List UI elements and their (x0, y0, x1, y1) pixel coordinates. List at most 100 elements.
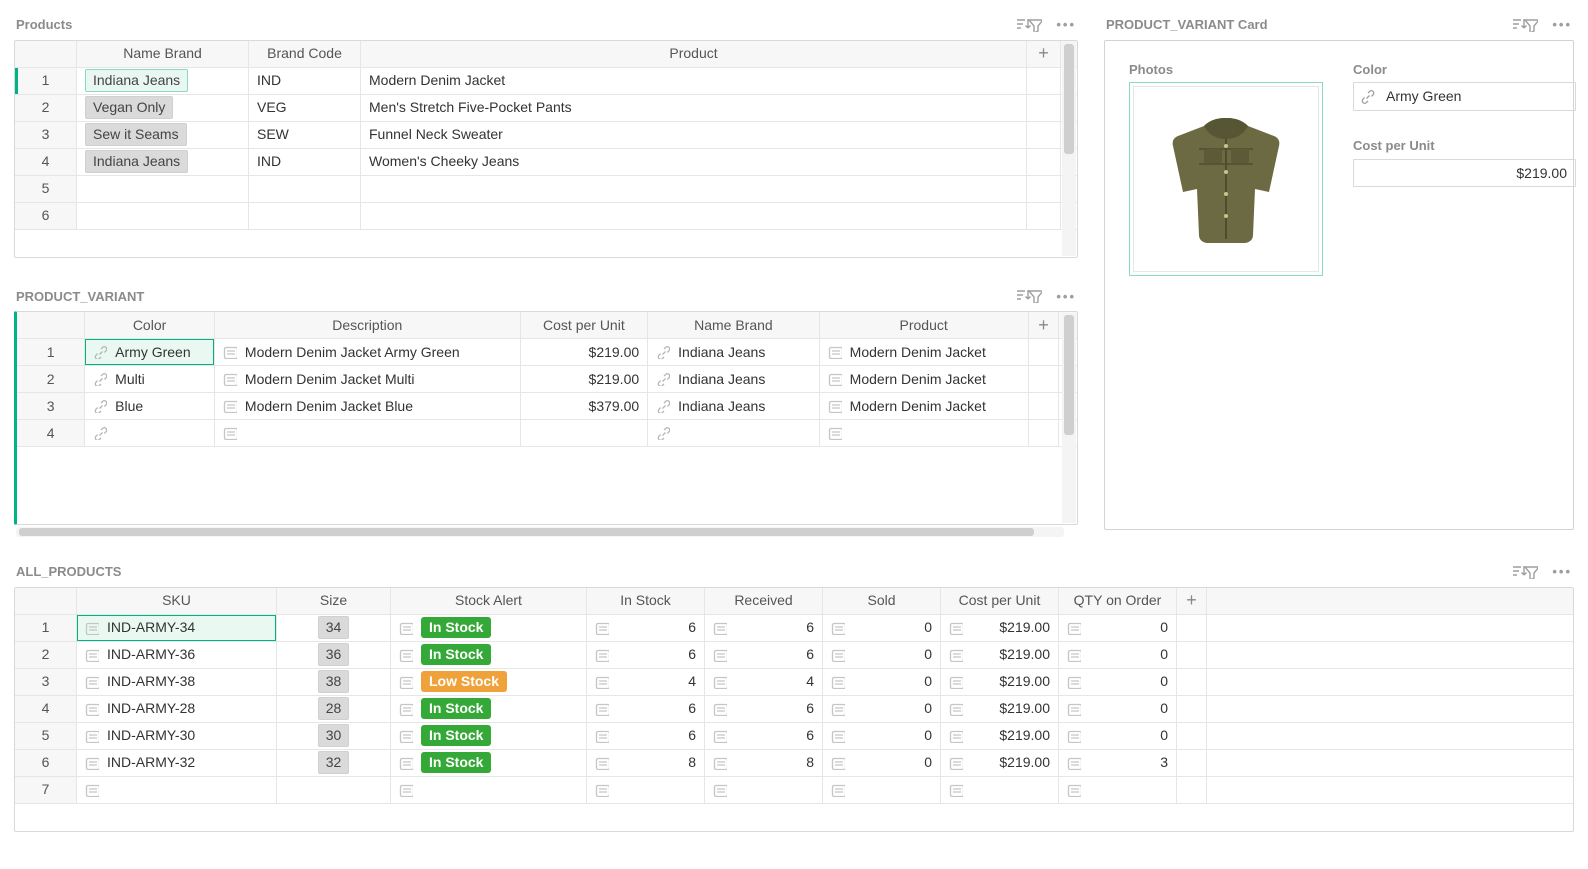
cell-blank[interactable] (1027, 95, 1061, 122)
cell-product[interactable]: Modern Denim Jacket (361, 68, 1027, 95)
cell-sku[interactable]: IND-ARMY-32 (77, 750, 277, 777)
table-row[interactable]: 3BlueModern Denim Jacket Blue$379.00Indi… (17, 393, 1077, 420)
cell-product[interactable] (361, 203, 1027, 230)
cell-size[interactable]: 28 (277, 696, 391, 723)
col-instock[interactable]: In Stock (587, 588, 705, 615)
cell-sold[interactable]: 0 (823, 750, 941, 777)
cell-size[interactable]: 36 (277, 642, 391, 669)
more-icon[interactable]: ••• (1056, 16, 1076, 34)
color-input[interactable] (1384, 86, 1569, 107)
cell-cost[interactable]: $219.00 (941, 696, 1059, 723)
col-size[interactable]: Size (277, 588, 391, 615)
cell-desc[interactable]: Modern Denim Jacket Blue (215, 393, 521, 420)
cell-sku[interactable]: IND-ARMY-38 (77, 669, 277, 696)
col-code[interactable]: Brand Code (249, 41, 361, 68)
add-column-button[interactable]: + (1029, 312, 1060, 339)
cell-sold[interactable]: 0 (823, 696, 941, 723)
cell-color[interactable] (85, 420, 215, 447)
cell-alert[interactable]: In Stock (391, 750, 587, 777)
cell-size[interactable]: 32 (277, 750, 391, 777)
cell-instock[interactable]: 6 (587, 615, 705, 642)
cell-desc[interactable]: Modern Denim Jacket Multi (215, 366, 521, 393)
cell-brand[interactable]: Vegan Only (77, 95, 249, 122)
cell-sold[interactable]: 0 (823, 615, 941, 642)
row-header-corner[interactable] (15, 41, 77, 68)
table-row[interactable]: 6 (15, 203, 1077, 230)
cell-cost[interactable]: $219.00 (941, 669, 1059, 696)
cell-cost[interactable]: $219.00 (521, 366, 649, 393)
cell-product[interactable] (820, 420, 1029, 447)
table-row[interactable]: 3IND-ARMY-3838Low Stock440$219.000 (15, 669, 1573, 696)
table-row[interactable]: 1IND-ARMY-3434In Stock660$219.000 (15, 615, 1573, 642)
add-column-button[interactable]: + (1177, 588, 1207, 615)
cell-brand[interactable]: Indiana Jeans (648, 393, 820, 420)
cell-recv[interactable]: 6 (705, 615, 823, 642)
vertical-scrollbar[interactable] (1062, 42, 1076, 256)
table-row[interactable]: 4Indiana JeansINDWomen's Cheeky Jeans (15, 149, 1077, 176)
table-row[interactable]: 5IND-ARMY-3030In Stock660$219.000 (15, 723, 1573, 750)
cell-brand[interactable] (648, 420, 820, 447)
cell-alert[interactable]: In Stock (391, 723, 587, 750)
cell-sku[interactable]: IND-ARMY-36 (77, 642, 277, 669)
cell-qty[interactable]: 0 (1059, 669, 1177, 696)
row-header-corner[interactable] (17, 312, 85, 339)
cell-brand[interactable]: Sew it Seams (77, 122, 249, 149)
cell-desc[interactable] (215, 420, 521, 447)
cell-recv[interactable]: 6 (705, 642, 823, 669)
cell-blank[interactable] (1027, 122, 1061, 149)
table-row[interactable]: 1Indiana JeansINDModern Denim Jacket (15, 68, 1077, 95)
cell-size[interactable] (277, 777, 391, 804)
cell-size[interactable]: 38 (277, 669, 391, 696)
cell-color[interactable]: Blue (85, 393, 215, 420)
cell-alert[interactable] (391, 777, 587, 804)
cell-product[interactable]: Modern Denim Jacket (820, 393, 1029, 420)
row-number[interactable]: 2 (17, 366, 85, 393)
cell-instock[interactable]: 4 (587, 669, 705, 696)
cell-cost[interactable]: $219.00 (521, 339, 649, 366)
cell-size[interactable]: 34 (277, 615, 391, 642)
cell-cost[interactable]: $219.00 (941, 615, 1059, 642)
cell-blank[interactable] (1177, 777, 1207, 804)
row-number[interactable]: 1 (17, 339, 85, 366)
row-number[interactable]: 3 (17, 393, 85, 420)
add-column-button[interactable]: + (1027, 41, 1061, 68)
col-product[interactable]: Product (361, 41, 1027, 68)
cell-qty[interactable]: 0 (1059, 696, 1177, 723)
sort-filter-icon[interactable] (1015, 17, 1042, 33)
cell-instock[interactable]: 8 (587, 750, 705, 777)
col-brand[interactable]: Name Brand (648, 312, 820, 339)
cell-qty[interactable]: 0 (1059, 642, 1177, 669)
cell-sold[interactable]: 0 (823, 723, 941, 750)
col-sku[interactable]: SKU (77, 588, 277, 615)
more-icon[interactable]: ••• (1552, 16, 1572, 34)
row-header-corner[interactable] (15, 588, 77, 615)
cell-blank[interactable] (1029, 339, 1060, 366)
col-product[interactable]: Product (820, 312, 1029, 339)
table-row[interactable]: 3Sew it SeamsSEWFunnel Neck Sweater (15, 122, 1077, 149)
cell-product[interactable]: Funnel Neck Sweater (361, 122, 1027, 149)
cell-product[interactable]: Modern Denim Jacket (820, 366, 1029, 393)
vertical-scrollbar[interactable] (1062, 313, 1076, 523)
cell-blank[interactable] (1027, 176, 1061, 203)
cell-sold[interactable]: 0 (823, 642, 941, 669)
cost-field[interactable] (1353, 159, 1576, 188)
cell-instock[interactable]: 6 (587, 642, 705, 669)
table-row[interactable]: 4IND-ARMY-2828In Stock660$219.000 (15, 696, 1573, 723)
cell-blank[interactable] (1027, 149, 1061, 176)
cell-color[interactable]: Army Green (85, 339, 215, 366)
cell-sku[interactable]: IND-ARMY-34 (77, 615, 277, 642)
row-number[interactable]: 6 (15, 203, 77, 230)
table-row[interactable]: 6IND-ARMY-3232In Stock880$219.003 (15, 750, 1573, 777)
col-recv[interactable]: Received (705, 588, 823, 615)
row-number[interactable]: 3 (15, 122, 77, 149)
row-number[interactable]: 6 (15, 750, 77, 777)
table-row[interactable]: 7 (15, 777, 1573, 804)
row-number[interactable]: 4 (17, 420, 85, 447)
col-sold[interactable]: Sold (823, 588, 941, 615)
cell-qty[interactable] (1059, 777, 1177, 804)
more-icon[interactable]: ••• (1552, 563, 1572, 581)
row-number[interactable]: 7 (15, 777, 77, 804)
cell-desc[interactable]: Modern Denim Jacket Army Green (215, 339, 521, 366)
table-row[interactable]: 1Army GreenModern Denim Jacket Army Gree… (17, 339, 1077, 366)
cell-brand[interactable]: Indiana Jeans (648, 339, 820, 366)
